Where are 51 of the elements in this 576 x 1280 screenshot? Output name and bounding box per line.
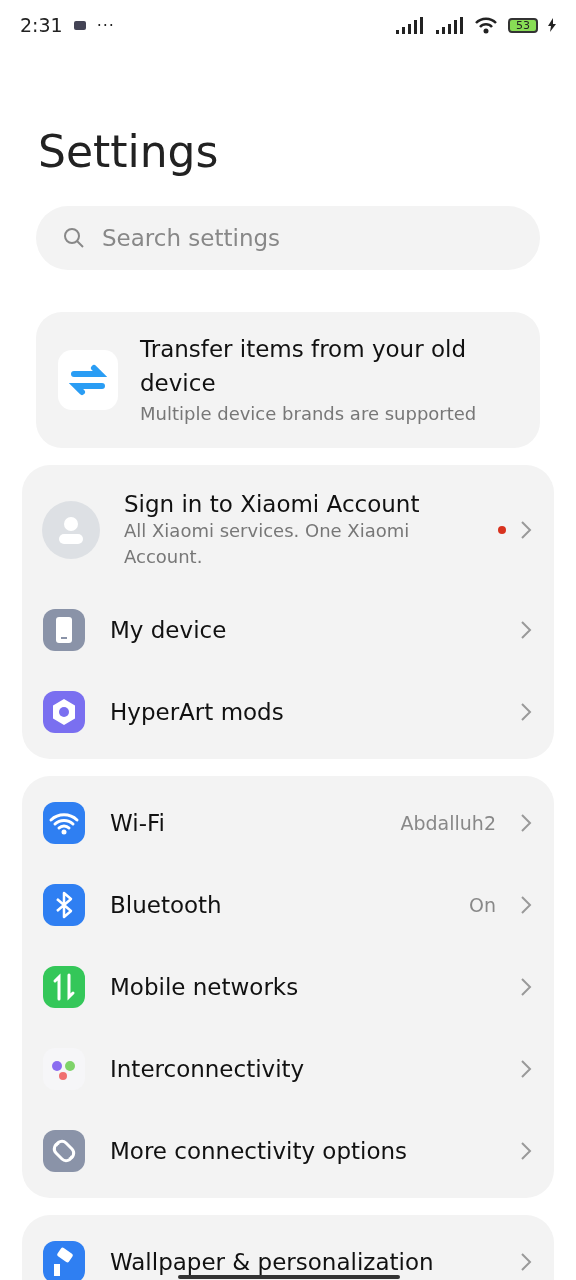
transfer-subtitle: Multiple device brands are supported — [140, 402, 478, 426]
signal-icon — [394, 16, 424, 34]
settings-row[interactable]: HyperArt mods — [22, 671, 554, 753]
row-label: Interconnectivity — [110, 1055, 305, 1083]
row-label: My device — [110, 616, 227, 644]
wifi-icon — [474, 16, 498, 34]
settings-row[interactable]: Bluetooth On — [22, 864, 554, 946]
avatar-icon — [42, 501, 100, 559]
more-notifications: ··· — [96, 15, 115, 35]
chevron-icon — [520, 813, 532, 833]
row-label: More connectivity options — [110, 1137, 408, 1165]
row-label: Sign in to Xiaomi Account — [124, 490, 420, 518]
chevron-icon — [520, 620, 532, 640]
chevron-icon — [520, 1141, 532, 1161]
row-label: Mobile networks — [110, 973, 299, 1001]
page-title: Settings — [37, 125, 220, 179]
chevron-icon — [520, 702, 532, 722]
settings-row[interactable]: Mobile networks — [22, 946, 554, 1028]
link-icon — [42, 1129, 86, 1173]
settings-row[interactable]: More connectivity options — [22, 1110, 554, 1192]
row-label: HyperArt mods — [110, 698, 284, 726]
phone-icon — [42, 608, 86, 652]
signal-icon — [434, 16, 464, 34]
bluetooth-icon — [42, 883, 86, 927]
clock: 2:31 — [20, 14, 63, 36]
account-row[interactable]: Sign in to Xiaomi Account All Xiaomi services. One Xiaomi Account. — [22, 471, 554, 589]
search-field[interactable]: Search settings — [36, 206, 540, 270]
row-label: Bluetooth — [110, 891, 222, 919]
search-input[interactable]: Search settings — [100, 224, 514, 252]
notification-icon — [72, 19, 87, 31]
chevron-icon — [520, 895, 532, 915]
transfer-icon — [58, 350, 118, 410]
search-icon — [62, 226, 86, 250]
chevron-icon — [520, 1252, 532, 1272]
transfer-card[interactable]: Transfer items from your old device Multiple device brands are supported — [36, 312, 540, 448]
chevron-icon — [520, 1059, 532, 1079]
battery-indicator: 53 — [508, 17, 538, 33]
chevron-icon — [520, 520, 532, 540]
row-label: Wallpaper & personalization — [110, 1248, 434, 1276]
charging-icon — [548, 18, 556, 32]
chevron-icon — [520, 977, 532, 997]
wifi-icon — [42, 801, 86, 845]
transfer-title: Transfer items from your old device — [140, 335, 467, 398]
settings-row[interactable]: Wi-Fi Abdalluh2 — [22, 782, 554, 864]
row-value: Abdalluh2 — [400, 812, 496, 834]
row-subtitle: All Xiaomi services. One Xiaomi Account. — [124, 519, 411, 569]
row-value: On — [469, 894, 496, 916]
settings-row[interactable]: My device — [22, 589, 554, 671]
arrows-icon — [42, 965, 86, 1009]
settings-row[interactable]: Interconnectivity — [22, 1028, 554, 1110]
row-label: Wi-Fi — [110, 809, 165, 837]
